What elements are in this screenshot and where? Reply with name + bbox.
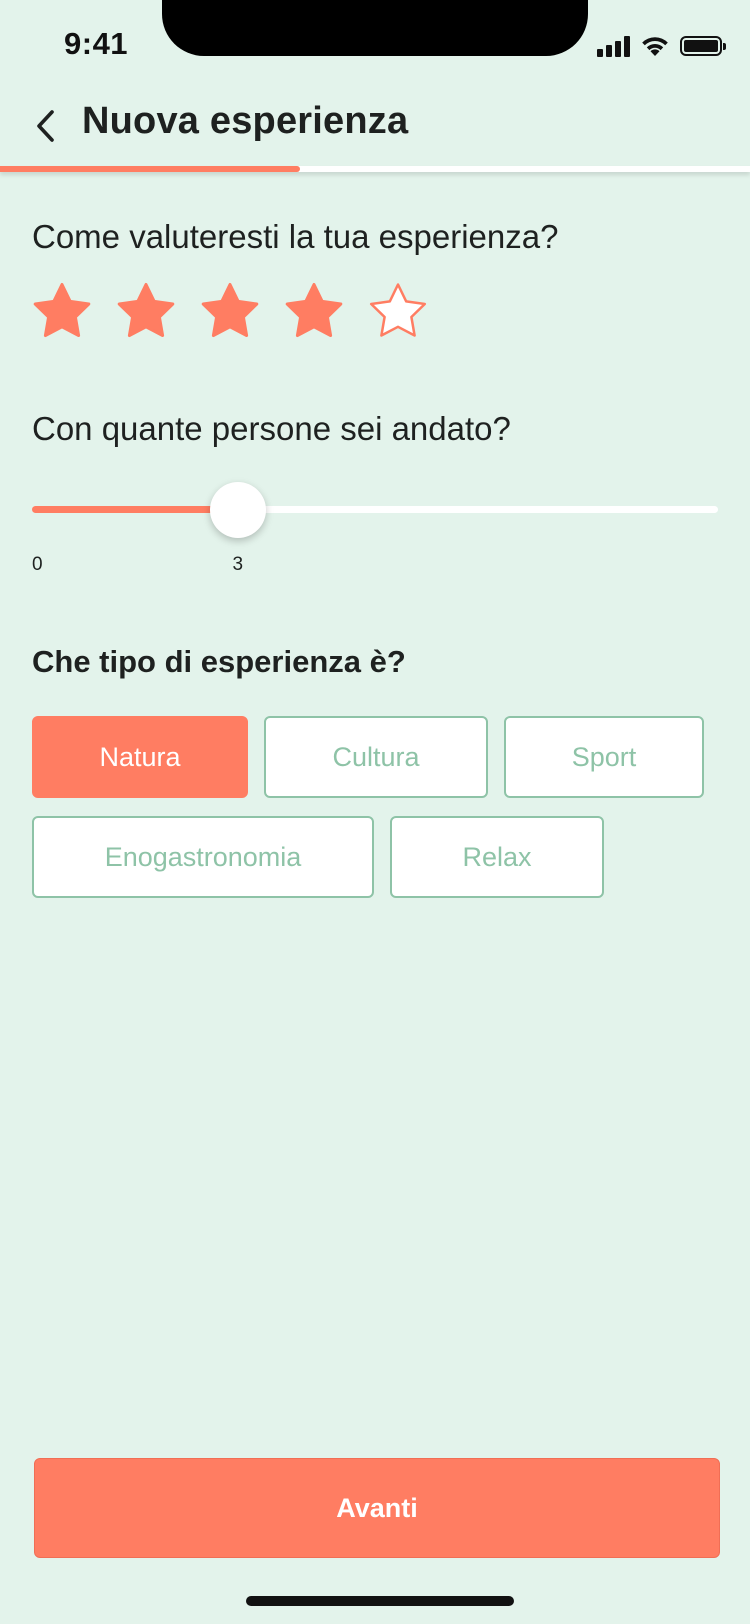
status-time: 9:41 bbox=[64, 26, 129, 61]
step-progress-fill bbox=[0, 166, 300, 172]
slider-fill bbox=[32, 506, 238, 513]
page-title: Nuova esperienza bbox=[82, 100, 409, 142]
cellular-signal-icon bbox=[597, 35, 630, 57]
type-option-natura[interactable]: Natura bbox=[32, 716, 248, 798]
home-indicator bbox=[246, 1596, 514, 1606]
type-question: Che tipo di esperienza è? bbox=[32, 644, 406, 679]
star-filled-icon[interactable] bbox=[30, 280, 94, 344]
step-progress-bar bbox=[0, 166, 750, 172]
status-bar: 9:41 bbox=[0, 0, 750, 94]
people-question: Con quante persone sei andato? bbox=[32, 410, 511, 447]
star-filled-icon[interactable] bbox=[114, 280, 178, 344]
wifi-icon bbox=[642, 37, 668, 56]
slider-labels: 0 3 bbox=[32, 554, 718, 578]
star-filled-icon[interactable] bbox=[198, 280, 262, 344]
next-button[interactable]: Avanti bbox=[34, 1458, 720, 1558]
slider-value-label: 3 bbox=[232, 554, 244, 575]
star-empty-icon[interactable] bbox=[366, 280, 430, 344]
type-option-sport[interactable]: Sport bbox=[504, 716, 704, 798]
slider-thumb[interactable] bbox=[209, 482, 266, 538]
chevron-left-icon bbox=[37, 110, 54, 142]
star-rating[interactable] bbox=[30, 280, 430, 344]
device-notch bbox=[162, 0, 588, 56]
people-slider[interactable] bbox=[32, 480, 718, 540]
back-button[interactable] bbox=[26, 106, 66, 146]
type-option-cultura[interactable]: Cultura bbox=[264, 716, 488, 798]
type-option-enogastronomia[interactable]: Enogastronomia bbox=[32, 816, 374, 898]
slider-min-label: 0 bbox=[32, 554, 43, 575]
rating-question: Come valuteresti la tua esperienza? bbox=[32, 218, 559, 255]
type-option-relax[interactable]: Relax bbox=[390, 816, 604, 898]
battery-icon bbox=[680, 36, 726, 56]
header: Nuova esperienza bbox=[0, 94, 750, 168]
status-icons bbox=[597, 32, 726, 60]
star-filled-icon[interactable] bbox=[282, 280, 346, 344]
